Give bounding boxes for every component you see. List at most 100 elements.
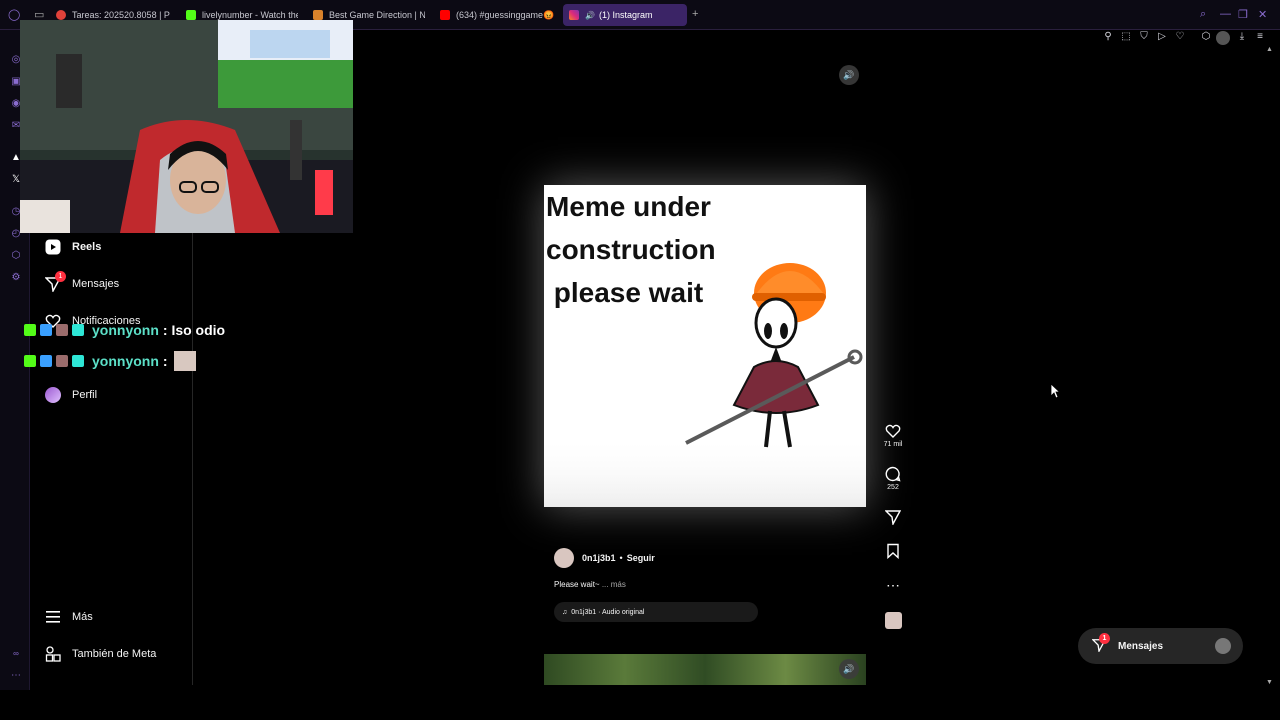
reel-video[interactable]: Meme under construction please wait bbox=[544, 185, 866, 507]
chat-message: yonnyonn : bbox=[24, 351, 196, 371]
speaker-icon: 🔊 bbox=[843, 663, 855, 674]
tab-label: livelynumber - Watch the bbox=[202, 10, 298, 20]
settings-icon[interactable]: ⚙ bbox=[10, 272, 22, 284]
chat-text: : bbox=[162, 353, 168, 369]
nav-item-messages[interactable]: 1 Mensajes bbox=[44, 271, 120, 293]
tab-favicon-icon bbox=[313, 10, 323, 20]
menu-icon[interactable]: ≡ bbox=[1254, 31, 1266, 43]
meta-apps-icon bbox=[44, 645, 62, 663]
nav-label: Reels bbox=[72, 241, 102, 253]
audio-attribution[interactable]: ♫ 0n1j3b1 · Audio original bbox=[554, 602, 758, 622]
caption-text: Please wait~ bbox=[554, 580, 600, 589]
hornet-illustration bbox=[544, 263, 866, 507]
comment-icon bbox=[885, 466, 901, 482]
subscriber-badge-icon bbox=[72, 324, 84, 336]
audio-cover-image bbox=[884, 612, 902, 629]
kick-icon bbox=[186, 10, 196, 20]
opera-logo-icon[interactable]: ◯ bbox=[8, 8, 20, 21]
subscriber-badge-icon bbox=[72, 355, 84, 367]
tab-label: Tareas: 202520.8058 | P bbox=[72, 10, 170, 20]
profile-avatar[interactable] bbox=[1216, 31, 1230, 45]
page-scrollbar[interactable]: ▲ ▼ bbox=[1266, 46, 1274, 686]
reel-author: 0n1j3b1 • Seguir bbox=[554, 548, 655, 568]
bookmark-icon bbox=[887, 543, 899, 560]
nav-item-more[interactable]: Más bbox=[44, 608, 93, 626]
more-sidebar-icon[interactable]: ⋯ bbox=[10, 670, 22, 682]
messenger-icon: 1 bbox=[1091, 633, 1110, 654]
chat-badges bbox=[24, 324, 88, 336]
tab-label: Best Game Direction | No bbox=[329, 10, 425, 20]
instagram-nav: Reels 1 Mensajes Notificaciones Perfil M… bbox=[30, 233, 193, 685]
caption-more-link[interactable]: ... más bbox=[602, 580, 626, 589]
nav-item-profile[interactable]: Perfil bbox=[44, 386, 97, 404]
speaker-icon: 🔊 bbox=[585, 10, 595, 20]
chat-emote-image bbox=[173, 351, 196, 371]
volume-button[interactable]: 🔊 bbox=[839, 659, 859, 679]
kick-badge-icon bbox=[24, 324, 36, 336]
tab-instagram[interactable]: 🔊 (1) Instagram bbox=[563, 4, 687, 26]
messenger-icon: 1 bbox=[44, 271, 66, 293]
chat-message: yonnyonn : Iso odio bbox=[24, 322, 225, 338]
like-button[interactable]: 71 mil bbox=[878, 423, 908, 448]
share-button[interactable] bbox=[878, 509, 908, 527]
scroll-down-icon[interactable]: ▼ bbox=[1266, 679, 1273, 686]
webcam-feed bbox=[20, 20, 353, 233]
nav-label: Perfil bbox=[72, 389, 98, 401]
nav-item-reels[interactable]: Reels bbox=[44, 238, 101, 256]
more-options-button[interactable]: ⋯ bbox=[878, 578, 908, 592]
nav-label: Mensajes bbox=[72, 278, 120, 290]
tab-favicon-icon bbox=[56, 10, 66, 20]
webcam-overlay bbox=[20, 20, 353, 233]
extensions-side-icon[interactable]: ⬡ bbox=[10, 250, 22, 262]
contact-avatar bbox=[1215, 638, 1231, 654]
author-username[interactable]: 0n1j3b1 bbox=[582, 553, 616, 563]
emote-badge-icon bbox=[56, 355, 68, 367]
shield-icon[interactable]: ⛉ bbox=[1138, 31, 1150, 43]
snapshot-icon[interactable]: ⬚ bbox=[1120, 31, 1132, 43]
chat-username: yonnyonn bbox=[92, 322, 159, 338]
chat-username: yonnyonn bbox=[92, 353, 159, 369]
tab-label: (1) Instagram bbox=[598, 10, 653, 20]
profile-avatar bbox=[44, 386, 62, 404]
hamburger-icon bbox=[44, 608, 62, 626]
youtube-icon bbox=[440, 10, 450, 20]
close-icon[interactable]: ✕ bbox=[1258, 8, 1267, 21]
pin-icon[interactable]: ⚲ bbox=[1102, 31, 1114, 43]
scroll-up-icon[interactable]: ▲ bbox=[1266, 46, 1273, 53]
music-note-icon: ♫ bbox=[562, 608, 568, 616]
follow-button[interactable]: Seguir bbox=[627, 553, 655, 563]
reels-icon bbox=[44, 238, 62, 256]
moderator-badge-icon bbox=[40, 355, 52, 367]
search-tabs-icon[interactable]: ⌕ bbox=[1200, 8, 1206, 21]
minimize-icon[interactable]: — bbox=[1220, 8, 1231, 20]
player-icon[interactable]: ▷ bbox=[1156, 31, 1168, 43]
instagram-icon bbox=[569, 10, 579, 20]
tab-youtube[interactable]: (634) #guessinggame😡 bbox=[440, 4, 555, 26]
heart-icon[interactable]: ♡ bbox=[1174, 31, 1186, 43]
extensions-icon[interactable]: ⬡ bbox=[1200, 31, 1212, 43]
volume-button[interactable]: 🔊 bbox=[839, 65, 859, 85]
nav-item-also-from-meta[interactable]: También de Meta bbox=[44, 645, 156, 663]
comment-button[interactable]: 252 bbox=[878, 466, 908, 491]
messages-pill[interactable]: 1 Mensajes bbox=[1078, 628, 1243, 664]
like-count: 71 mil bbox=[883, 441, 903, 448]
audio-thumbnail[interactable] bbox=[878, 612, 908, 631]
comment-count: 252 bbox=[887, 484, 899, 491]
mouse-cursor-icon bbox=[1050, 383, 1060, 399]
speaker-icon: 🔊 bbox=[843, 69, 855, 80]
kick-badge-icon bbox=[24, 355, 36, 367]
separator: • bbox=[619, 553, 623, 563]
notification-badge: 1 bbox=[55, 271, 66, 282]
audio-label: 0n1j3b1 · Audio original bbox=[571, 608, 645, 616]
emote-badge-icon bbox=[56, 324, 68, 336]
nav-label: También de Meta bbox=[72, 648, 157, 660]
author-avatar[interactable] bbox=[554, 548, 574, 568]
restore-icon[interactable]: ❐ bbox=[1238, 8, 1248, 21]
new-tab-button[interactable]: + bbox=[692, 8, 698, 20]
save-button[interactable] bbox=[878, 543, 908, 561]
gx-icon[interactable]: ∞ bbox=[10, 648, 22, 660]
share-icon bbox=[884, 510, 902, 527]
next-reel-preview[interactable]: 🔊 bbox=[544, 654, 866, 685]
more-icon: ⋯ bbox=[886, 577, 900, 593]
download-icon[interactable]: ⤓ bbox=[1236, 31, 1248, 43]
